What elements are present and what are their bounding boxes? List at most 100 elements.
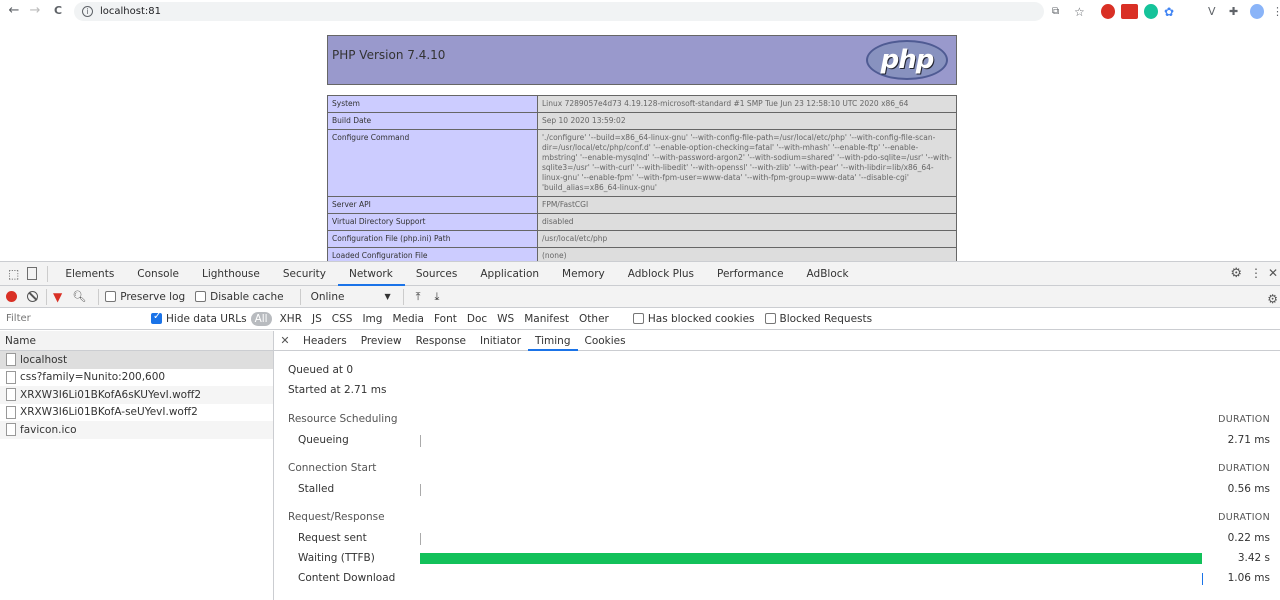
address-bar[interactable]: i localhost:81 bbox=[74, 2, 1044, 21]
request-row[interactable]: favicon.ico bbox=[0, 421, 273, 439]
export-har-icon[interactable]: ⤓ bbox=[434, 290, 439, 304]
info-value: FPM/FastCGI bbox=[537, 196, 957, 214]
tab-adblock[interactable]: AdBlock bbox=[796, 262, 861, 286]
hide-data-urls-checkbox[interactable] bbox=[151, 311, 162, 324]
gmail-extension-icon[interactable] bbox=[1121, 4, 1138, 19]
timing-bar-queueing bbox=[420, 435, 421, 447]
more-options-icon[interactable]: ⋮ bbox=[1250, 266, 1262, 280]
has-blocked-cookies-label: Has blocked cookies bbox=[647, 312, 755, 325]
site-info-icon[interactable]: i bbox=[82, 6, 93, 17]
device-toolbar-icon[interactable] bbox=[27, 267, 38, 280]
vue-devtools-icon[interactable]: V bbox=[1208, 4, 1216, 19]
colorful-extension-icon[interactable]: ✿ bbox=[1164, 4, 1174, 19]
info-row: Virtual Directory Support disabled bbox=[327, 213, 957, 231]
info-key: System bbox=[327, 95, 538, 113]
inspect-element-icon[interactable]: ⬚ bbox=[8, 267, 19, 281]
filter-type-manifest[interactable]: Manifest bbox=[520, 312, 573, 326]
settings-gear-icon[interactable]: ⚙ bbox=[1230, 266, 1242, 281]
tab-adblock-plus[interactable]: Adblock Plus bbox=[617, 262, 706, 286]
import-har-icon[interactable]: ⤒ bbox=[416, 290, 421, 304]
clear-icon[interactable] bbox=[27, 291, 38, 302]
request-list-header[interactable]: Name bbox=[0, 331, 273, 351]
info-key: Configure Command bbox=[327, 129, 538, 197]
filter-type-media[interactable]: Media bbox=[388, 312, 428, 326]
grammarly-icon[interactable] bbox=[1144, 4, 1158, 19]
tab-application[interactable]: Application bbox=[469, 262, 551, 286]
tab-cookies[interactable]: Cookies bbox=[578, 331, 633, 351]
disable-cache-checkbox[interactable] bbox=[195, 291, 207, 302]
request-row[interactable]: XRXW3I6Li01BKofA6sKUYevI.woff2 bbox=[0, 386, 273, 404]
tab-headers[interactable]: Headers bbox=[296, 331, 354, 351]
network-panels: Name localhost css?family=Nunito:200,600… bbox=[0, 331, 1280, 600]
tab-preview[interactable]: Preview bbox=[354, 331, 409, 351]
request-name: localhost bbox=[20, 353, 68, 366]
throttling-value: Online bbox=[310, 290, 345, 303]
url-text: localhost:81 bbox=[100, 6, 161, 17]
phase-duration: 0.22 ms bbox=[1227, 532, 1270, 544]
filter-type-other[interactable]: Other bbox=[575, 312, 613, 326]
tab-sources[interactable]: Sources bbox=[405, 262, 470, 286]
tab-timing[interactable]: Timing bbox=[528, 331, 578, 351]
browser-menu-icon[interactable]: ⋮ bbox=[1272, 4, 1280, 19]
phase-duration: 1.06 ms bbox=[1227, 572, 1270, 584]
tab-performance[interactable]: Performance bbox=[706, 262, 796, 286]
info-row: Configure Command './configure' '--build=… bbox=[327, 129, 957, 197]
translate-icon[interactable]: ⧉ bbox=[1052, 4, 1059, 19]
tab-initiator[interactable]: Initiator bbox=[473, 331, 528, 351]
blocked-requests-label: Blocked Requests bbox=[779, 312, 873, 325]
extensions-puzzle-icon[interactable]: ✚ bbox=[1229, 4, 1238, 19]
record-button[interactable] bbox=[6, 291, 17, 302]
reload-button[interactable]: C bbox=[47, 4, 69, 17]
disable-cache-label: Disable cache bbox=[210, 290, 284, 303]
close-icon[interactable]: ✕ bbox=[274, 334, 296, 347]
filter-type-js[interactable]: JS bbox=[308, 312, 326, 326]
filter-type-xhr[interactable]: XHR bbox=[276, 312, 306, 326]
request-row[interactable]: css?family=Nunito:200,600 bbox=[0, 369, 273, 387]
filter-type-css[interactable]: CSS bbox=[328, 312, 357, 326]
document-icon bbox=[6, 353, 16, 367]
tab-memory[interactable]: Memory bbox=[551, 262, 617, 286]
preserve-log-checkbox[interactable] bbox=[105, 291, 117, 302]
tab-console[interactable]: Console bbox=[126, 262, 191, 286]
request-name: favicon.ico bbox=[20, 423, 77, 436]
throttling-select[interactable]: Online ▼ bbox=[311, 291, 391, 303]
detail-tabbar: ✕ Headers Preview Response Initiator Tim… bbox=[274, 331, 1280, 351]
network-settings-icon[interactable]: ⚙ bbox=[1267, 292, 1278, 306]
profile-avatar-icon[interactable] bbox=[1250, 4, 1264, 19]
request-row[interactable]: localhost bbox=[0, 351, 273, 369]
tab-elements[interactable]: Elements bbox=[54, 262, 126, 286]
php-version-title: PHP Version 7.4.10 bbox=[332, 48, 446, 62]
blocked-requests-checkbox[interactable] bbox=[764, 313, 776, 324]
has-blocked-cookies-checkbox[interactable] bbox=[632, 313, 644, 324]
phase-name: Request sent bbox=[298, 532, 367, 544]
section-title: Connection Start bbox=[288, 462, 377, 474]
info-value: './configure' '--build=x86_64-linux-gnu'… bbox=[537, 129, 957, 197]
forward-button[interactable]: → bbox=[24, 3, 46, 18]
phase-duration: 3.42 s bbox=[1237, 552, 1270, 564]
filter-type-all[interactable]: All bbox=[250, 311, 272, 326]
filter-funnel-icon[interactable]: ▼ bbox=[53, 290, 62, 304]
filter-type-ws[interactable]: WS bbox=[493, 312, 518, 326]
phase-name: Content Download bbox=[298, 572, 396, 584]
tab-lighthouse[interactable]: Lighthouse bbox=[191, 262, 272, 286]
bookmark-star-icon[interactable]: ☆ bbox=[1074, 4, 1085, 19]
tab-security[interactable]: Security bbox=[272, 262, 338, 286]
filter-type-img[interactable]: Img bbox=[358, 312, 386, 326]
tab-response[interactable]: Response bbox=[409, 331, 473, 351]
search-icon[interactable]: 🔍︎ bbox=[72, 290, 86, 303]
info-row: Server API FPM/FastCGI bbox=[327, 196, 957, 214]
filter-type-doc[interactable]: Doc bbox=[463, 312, 491, 326]
filter-input[interactable] bbox=[0, 309, 145, 328]
adblock-plus-icon[interactable] bbox=[1101, 4, 1115, 19]
started-at-text: Started at 2.71 ms bbox=[288, 384, 387, 396]
request-row[interactable]: XRXW3I6Li01BKofA-seUYevI.woff2 bbox=[0, 404, 273, 422]
divider bbox=[402, 288, 404, 305]
info-key: Configuration File (php.ini) Path bbox=[327, 230, 538, 248]
tab-network[interactable]: Network bbox=[337, 262, 405, 286]
filter-type-font[interactable]: Font bbox=[430, 312, 461, 326]
request-rows: localhost css?family=Nunito:200,600 XRXW… bbox=[0, 351, 273, 439]
back-button[interactable]: ← bbox=[3, 3, 25, 18]
hide-data-urls-label: Hide data URLs bbox=[166, 312, 247, 325]
php-info-header: PHP Version 7.4.10 php bbox=[327, 35, 957, 85]
close-devtools-icon[interactable]: ✕ bbox=[1268, 266, 1278, 280]
